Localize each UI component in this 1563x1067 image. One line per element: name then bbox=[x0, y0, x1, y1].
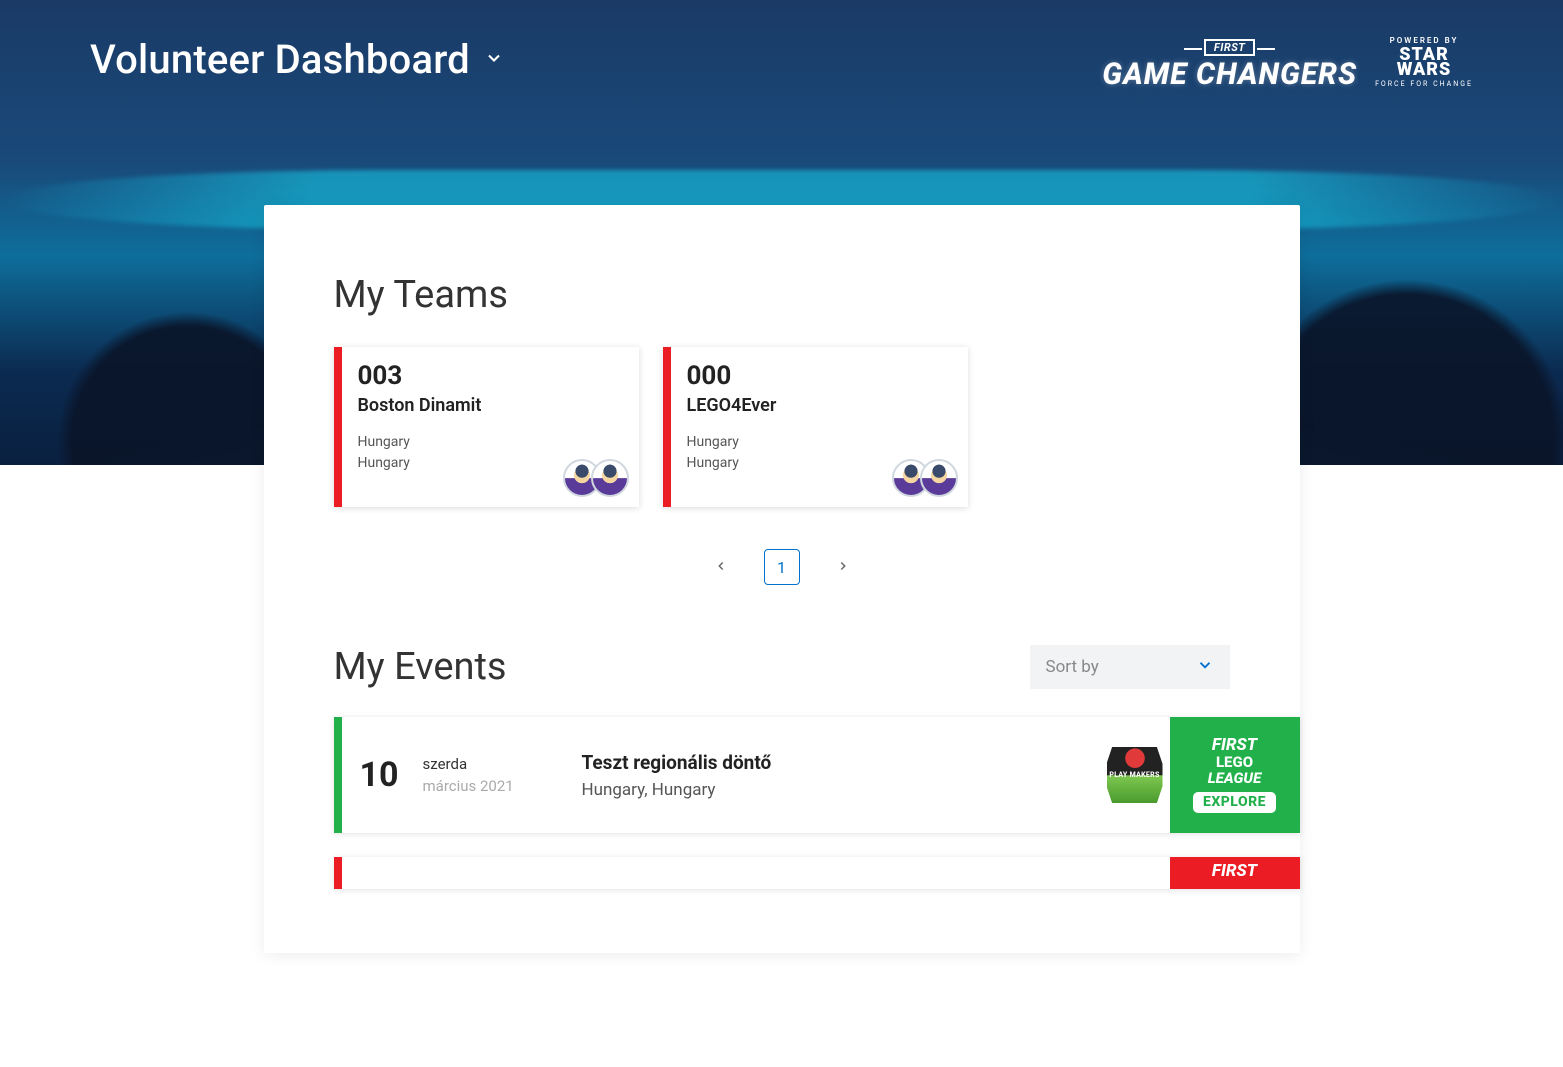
pagination: 1 bbox=[334, 549, 1230, 585]
dashboard-switcher[interactable]: Volunteer Dashboard bbox=[90, 36, 504, 83]
event-weekday: szerda bbox=[423, 755, 514, 773]
event-day: 10 bbox=[360, 755, 399, 795]
my-events-heading: My Events bbox=[334, 645, 507, 689]
event-month-year: március 2021 bbox=[423, 777, 514, 795]
team-id: 003 bbox=[358, 361, 623, 391]
brand-title: GAME CHANGERS bbox=[1102, 60, 1357, 90]
chevron-down-icon bbox=[1196, 656, 1214, 679]
game-changers-logo: FIRST GAME CHANGERS bbox=[1102, 36, 1357, 90]
page-number[interactable]: 1 bbox=[764, 549, 800, 585]
playmakers-icon bbox=[1107, 747, 1163, 803]
team-id: 000 bbox=[687, 361, 952, 391]
team-name: LEGO4Ever bbox=[687, 395, 952, 416]
event-card[interactable]: Teszt Regionális Döntő FIRST bbox=[334, 857, 1300, 889]
league-first: FIRST bbox=[1212, 863, 1257, 881]
event-accent bbox=[334, 717, 342, 833]
sort-placeholder: Sort by bbox=[1046, 657, 1099, 677]
team-name: Boston Dinamit bbox=[358, 395, 623, 416]
event-accent bbox=[334, 857, 342, 889]
star-wars-logo: POWERED BY STAR WARS FORCE FOR CHANGE bbox=[1375, 36, 1473, 88]
topbar: Volunteer Dashboard FIRST GAME CHANGERS … bbox=[0, 0, 1563, 90]
team-grid: 003 Boston Dinamit Hungary Hungary 000 L… bbox=[334, 347, 1230, 507]
brand-logos: FIRST GAME CHANGERS POWERED BY STAR WARS… bbox=[1102, 36, 1473, 90]
event-title: Teszt regionális döntő bbox=[582, 751, 1100, 774]
league-variant: EXPLORE bbox=[1193, 792, 1276, 813]
team-avatars bbox=[892, 459, 958, 497]
main-panel: My Teams 003 Boston Dinamit Hungary Hung… bbox=[264, 205, 1300, 953]
league-badge: FIRST bbox=[1170, 857, 1300, 889]
events-header: My Events Sort by bbox=[334, 645, 1230, 689]
team-card[interactable]: 000 LEGO4Ever Hungary Hungary bbox=[663, 347, 968, 507]
avatar-icon bbox=[920, 459, 958, 497]
league-league: LEAGUE bbox=[1208, 771, 1261, 787]
event-info: Teszt regionális döntő Hungary, Hungary bbox=[582, 717, 1100, 833]
first-badge: FIRST bbox=[1204, 39, 1256, 56]
sw-line2: WARS bbox=[1375, 62, 1473, 77]
sort-by-select[interactable]: Sort by bbox=[1030, 645, 1230, 689]
event-badge bbox=[1100, 717, 1170, 833]
prev-page-button[interactable] bbox=[708, 552, 734, 583]
team-avatars bbox=[563, 459, 629, 497]
event-title: Teszt Regionális Döntő bbox=[582, 862, 1100, 885]
my-teams-heading: My Teams bbox=[334, 273, 1230, 317]
page-title: Volunteer Dashboard bbox=[90, 36, 470, 83]
chevron-down-icon bbox=[484, 48, 504, 72]
avatar-icon bbox=[591, 459, 629, 497]
team-card[interactable]: 003 Boston Dinamit Hungary Hungary bbox=[334, 347, 639, 507]
event-location: Hungary, Hungary bbox=[582, 780, 1100, 800]
league-badge-explore: FIRST LEGO LEAGUE EXPLORE bbox=[1170, 717, 1300, 833]
next-page-button[interactable] bbox=[830, 552, 856, 583]
event-card[interactable]: 10 szerda március 2021 Teszt regionális … bbox=[334, 717, 1300, 833]
event-date: 10 szerda március 2021 bbox=[342, 717, 582, 833]
sw-subtitle: FORCE FOR CHANGE bbox=[1375, 80, 1473, 88]
